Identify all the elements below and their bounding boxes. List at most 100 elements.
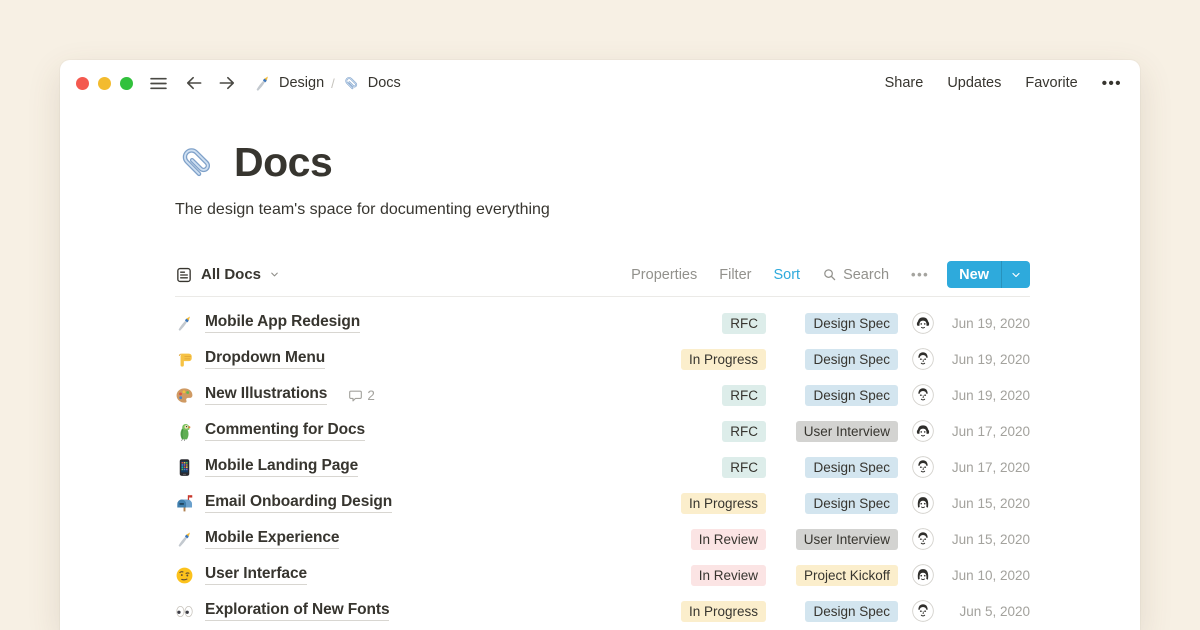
doc-title-link[interactable]: Mobile Experience [205, 529, 339, 549]
updates-button[interactable]: Updates [947, 75, 1001, 91]
type-tag: Design Spec [805, 313, 898, 334]
table-row[interactable]: Dropdown Menu In Progress Design Spec Ju… [175, 341, 1030, 377]
type-tag: User Interview [796, 421, 898, 442]
status-tag: RFC [722, 421, 766, 442]
avatar [912, 528, 934, 550]
zoom-window-button[interactable] [120, 77, 133, 90]
status-tag: In Review [691, 565, 766, 586]
favorite-button[interactable]: Favorite [1025, 75, 1077, 91]
doc-date: Jun 17, 2020 [944, 424, 1030, 439]
raised-eyebrow-face-emoji-icon [175, 566, 194, 585]
avatar [912, 312, 934, 334]
paintbrush-emoji-icon [175, 314, 194, 333]
table-row[interactable]: Exploration of New Fonts In Progress Des… [175, 593, 1030, 629]
doc-title-link[interactable]: New Illustrations [205, 385, 327, 405]
hamburger-icon [148, 73, 169, 94]
breadcrumb-item-docs[interactable]: Docs [342, 74, 401, 93]
mailbox-emoji-icon [175, 494, 194, 513]
paperclip-emoji-icon [342, 74, 361, 93]
table-row[interactable]: New Illustrations 2 RFC Design Spec Jun … [175, 377, 1030, 413]
table-row[interactable]: Mobile Experience In Review User Intervi… [175, 521, 1030, 557]
share-button[interactable]: Share [885, 75, 924, 91]
comment-count[interactable]: 2 [348, 388, 375, 403]
avatar [912, 420, 934, 442]
doc-date: Jun 15, 2020 [944, 532, 1030, 547]
avatar [912, 564, 934, 586]
new-button-group: New [947, 261, 1030, 288]
palette-emoji-icon [175, 386, 194, 405]
mobile-phone-emoji-icon [175, 458, 194, 477]
doc-date: Jun 10, 2020 [944, 568, 1030, 583]
avatar [912, 348, 934, 370]
list-view-icon [175, 266, 193, 284]
doc-title-link[interactable]: Email Onboarding Design [205, 493, 392, 513]
more-options-button[interactable]: ••• [1102, 75, 1122, 92]
breadcrumb-separator: / [331, 76, 335, 91]
comment-count-value: 2 [367, 388, 375, 403]
forward-button[interactable] [217, 73, 237, 93]
type-tag: Design Spec [805, 349, 898, 370]
status-tag: In Progress [681, 349, 766, 370]
search-button[interactable]: Search [822, 267, 889, 283]
table-row[interactable]: Mobile App Redesign RFC Design Spec Jun … [175, 305, 1030, 341]
doc-title-link[interactable]: Dropdown Menu [205, 349, 325, 369]
doc-date: Jun 5, 2020 [944, 604, 1030, 619]
type-tag: Design Spec [805, 385, 898, 406]
doc-title-link[interactable]: User Interface [205, 565, 307, 585]
table-row[interactable]: Mobile Landing Page RFC Design Spec Jun … [175, 449, 1030, 485]
avatar [912, 384, 934, 406]
view-toolbar: All Docs Properties Filter Sort Search •… [175, 261, 1030, 288]
back-button[interactable] [184, 73, 204, 93]
table-header-divider [175, 296, 1030, 297]
page-paperclip-icon[interactable] [175, 141, 219, 185]
doc-title-link[interactable]: Mobile App Redesign [205, 313, 360, 333]
avatar [912, 492, 934, 514]
status-tag: In Progress [681, 601, 766, 622]
close-window-button[interactable] [76, 77, 89, 90]
paintbrush-emoji-icon [175, 530, 194, 549]
avatar [912, 456, 934, 478]
desktop-background: Design / Docs Share Updates Favorite ••• [0, 0, 1200, 630]
filter-button[interactable]: Filter [719, 267, 751, 283]
page-subtitle: The design team's space for documenting … [175, 201, 1030, 219]
doc-title-link[interactable]: Mobile Landing Page [205, 457, 358, 477]
view-selector[interactable]: All Docs [175, 266, 280, 284]
traffic-lights [76, 77, 133, 90]
arrow-right-icon [217, 73, 237, 93]
eyes-emoji-icon [175, 602, 194, 621]
status-tag: RFC [722, 457, 766, 478]
table-row[interactable]: Email Onboarding Design In Progress Desi… [175, 485, 1030, 521]
breadcrumb-label: Design [279, 75, 324, 91]
doc-title-link[interactable]: Exploration of New Fonts [205, 601, 389, 621]
sidebar-toggle-button[interactable] [148, 73, 169, 94]
doc-date: Jun 19, 2020 [944, 352, 1030, 367]
minimize-window-button[interactable] [98, 77, 111, 90]
avatar [912, 600, 934, 622]
type-tag: Design Spec [805, 457, 898, 478]
table-row[interactable]: Commenting for Docs RFC User Interview J… [175, 413, 1030, 449]
status-tag: In Review [691, 529, 766, 550]
arrow-left-icon [184, 73, 204, 93]
new-button[interactable]: New [947, 261, 1001, 288]
search-icon [822, 267, 837, 282]
type-tag: Design Spec [805, 601, 898, 622]
doc-date: Jun 17, 2020 [944, 460, 1030, 475]
doc-date: Jun 19, 2020 [944, 316, 1030, 331]
new-dropdown-button[interactable] [1001, 261, 1030, 288]
table-row[interactable]: User Interface In Review Project Kickoff… [175, 557, 1030, 593]
properties-button[interactable]: Properties [631, 267, 697, 283]
status-tag: RFC [722, 313, 766, 334]
app-window: Design / Docs Share Updates Favorite ••• [60, 60, 1140, 630]
pointing-down-emoji-icon [175, 350, 194, 369]
type-tag: Project Kickoff [796, 565, 898, 586]
breadcrumb-label: Docs [368, 75, 401, 91]
window-titlebar: Design / Docs Share Updates Favorite ••• [60, 60, 1140, 106]
chevron-down-icon [269, 269, 280, 280]
breadcrumb-item-design[interactable]: Design [253, 74, 324, 93]
doc-date: Jun 19, 2020 [944, 388, 1030, 403]
chevron-down-icon [1010, 269, 1022, 281]
doc-title-link[interactable]: Commenting for Docs [205, 421, 365, 441]
toolbar-more-button[interactable]: ••• [911, 267, 929, 282]
sort-button[interactable]: Sort [773, 267, 800, 283]
comment-bubble-icon [348, 388, 363, 403]
